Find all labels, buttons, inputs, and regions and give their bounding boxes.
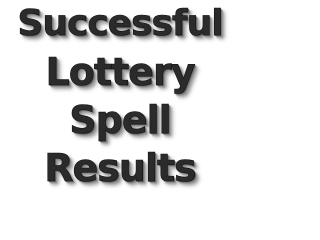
title-line-spell: Spell xyxy=(69,98,172,143)
title-line-lottery: Lottery xyxy=(45,50,196,95)
title-graphic: Successful Lottery Spell Results xyxy=(0,0,240,200)
title-line-successful: Successful xyxy=(17,3,224,45)
title-line-results: Results xyxy=(44,146,197,191)
